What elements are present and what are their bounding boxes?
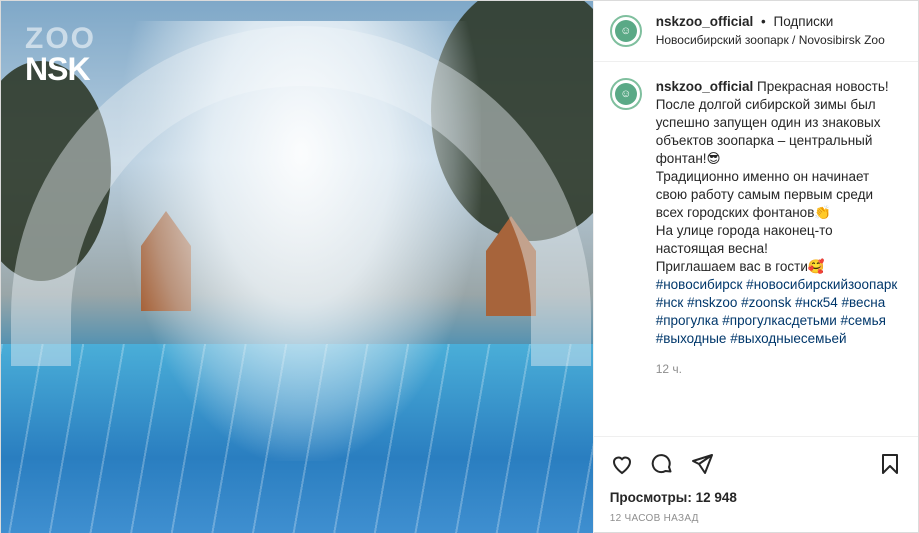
comments-area: ☺ nskzoo_official Прекрасная новость! По… [594,62,918,436]
comment-icon[interactable] [648,450,676,478]
post-video[interactable]: ZOO NSK [1,1,593,533]
caption-line: Приглашаем вас в гости🥰 [655,259,825,274]
caption-line: На улице города наконец-то настоящая вес… [655,223,833,256]
caption-line: Традиционно именно он начинает свою рабо… [655,169,874,220]
watermark-line2: NSK [25,51,91,87]
location-link[interactable]: Новосибирский зоопарк / Novosibirsk Zoo [656,31,885,49]
caption-timestamp[interactable]: 12 ч. [656,360,899,378]
zoo-logo-icon: ☺ [614,83,637,105]
avatar[interactable]: ☺ [609,15,642,47]
username-link[interactable]: nskzoo_official [656,79,754,94]
header-meta: nskzoo_official • Подписки Новосибирский… [656,13,885,49]
views-number: 12 948 [695,490,737,505]
caption: ☺ nskzoo_official Прекрасная новость! По… [609,78,902,378]
water-jet [121,21,481,461]
zoo-logo-icon: ☺ [614,20,637,42]
hashtags[interactable]: #новосибирск #новосибирскийзоопарк #нск … [656,276,899,348]
avatar[interactable]: ☺ [609,78,642,110]
bookmark-icon[interactable] [876,450,904,478]
views-label: Просмотры: [609,490,692,505]
follow-button[interactable]: Подписки [774,14,834,29]
watermark-line1: ZOO [25,22,96,55]
view-count[interactable]: Просмотры: 12 948 [594,490,918,505]
username-link[interactable]: nskzoo_official [656,14,754,29]
caption-text: nskzoo_official Прекрасная новость! Посл… [656,78,899,378]
action-bar [593,436,918,490]
separator: • [761,14,766,29]
heart-icon[interactable] [608,450,636,478]
post-timestamp[interactable]: 12 ЧАСОВ НАЗАД [594,505,918,533]
post-header: ☺ nskzoo_official • Подписки Новосибирск… [593,1,918,62]
share-icon[interactable] [688,450,716,478]
post-container: ZOO NSK ☺ nskzoo_official • Подписки Нов… [0,0,919,533]
post-sidebar: ☺ nskzoo_official • Подписки Новосибирск… [592,1,918,533]
video-watermark: ZOO NSK [25,22,96,87]
